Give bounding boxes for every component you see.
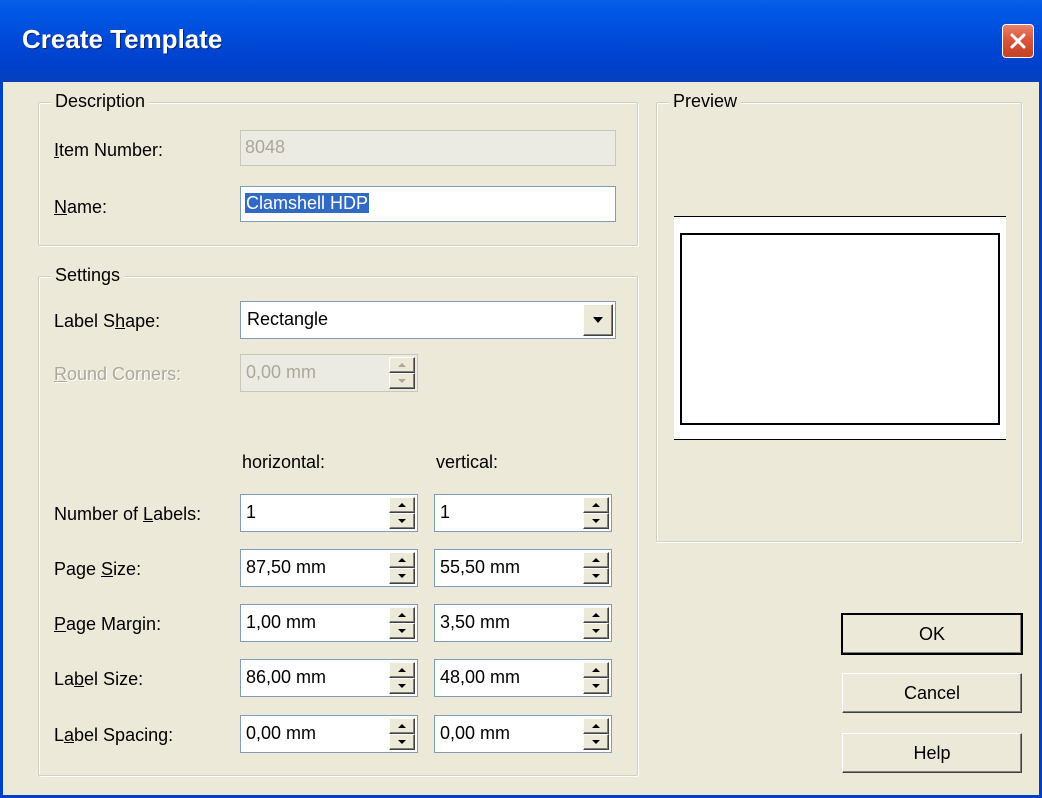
number-of-labels-label: Number of Labels: bbox=[54, 504, 202, 524]
spin-up-button[interactable] bbox=[583, 607, 609, 623]
spin-down-button[interactable] bbox=[583, 623, 609, 639]
vertical-column-header: vertical: bbox=[436, 452, 499, 472]
label-spacing-label: Label Spacing: bbox=[54, 725, 174, 745]
spin-down-button[interactable] bbox=[389, 568, 415, 584]
title-bar: Create Template bbox=[0, 0, 1042, 82]
arrow-down-icon bbox=[592, 519, 600, 523]
spin-down-button[interactable] bbox=[389, 678, 415, 694]
spin-down-button[interactable] bbox=[583, 513, 609, 529]
page-size-horizontal-spinner[interactable]: 87,50 mm bbox=[240, 549, 418, 587]
arrow-up-icon bbox=[398, 558, 406, 562]
close-icon bbox=[1010, 33, 1026, 49]
arrow-down-icon bbox=[592, 740, 600, 744]
round-corners-spinner: 0,00 mm bbox=[240, 354, 418, 392]
spin-up-button bbox=[389, 357, 415, 373]
page-margin-vertical-spinner[interactable]: 3,50 mm bbox=[434, 604, 612, 642]
number-of-labels-vertical-spinner[interactable]: 1 bbox=[434, 494, 612, 532]
name-field[interactable]: Clamshell HDP bbox=[240, 186, 616, 222]
spin-up-button[interactable] bbox=[389, 497, 415, 513]
arrow-up-icon bbox=[398, 503, 406, 507]
arrow-down-icon bbox=[398, 574, 406, 578]
item-number-label: Item Number: bbox=[54, 140, 164, 160]
round-corners-label: Round Corners: bbox=[54, 364, 182, 384]
number-of-labels-horizontal-spinner[interactable]: 1 bbox=[240, 494, 418, 532]
spin-down-button[interactable] bbox=[583, 678, 609, 694]
spin-down-button[interactable] bbox=[583, 734, 609, 750]
description-group: Description bbox=[38, 91, 638, 246]
label-size-horizontal-spinner[interactable]: 86,00 mm bbox=[240, 659, 418, 697]
spin-down-button[interactable] bbox=[583, 568, 609, 584]
page-size-label: Page Size: bbox=[54, 559, 142, 579]
label-spacing-vertical-spinner[interactable]: 0,00 mm bbox=[434, 715, 612, 753]
arrow-up-icon bbox=[592, 558, 600, 562]
spin-up-button[interactable] bbox=[583, 718, 609, 734]
arrow-up-icon bbox=[592, 503, 600, 507]
page-size-vertical-spinner[interactable]: 55,50 mm bbox=[434, 549, 612, 587]
description-legend: Description bbox=[51, 91, 150, 112]
arrow-down-icon bbox=[592, 629, 600, 633]
preview-legend: Preview bbox=[669, 91, 742, 112]
name-selected-text: Clamshell HDP bbox=[245, 193, 370, 213]
item-number-field: 8048 bbox=[240, 130, 616, 166]
label-shape-label: Label Shape: bbox=[54, 311, 161, 331]
spin-up-button[interactable] bbox=[389, 607, 415, 623]
dropdown-button[interactable] bbox=[583, 304, 613, 336]
help-button[interactable]: Help bbox=[842, 733, 1022, 773]
name-label: Name: bbox=[54, 197, 108, 217]
label-shape-dropdown[interactable]: Rectangle bbox=[240, 301, 616, 339]
spin-down-button[interactable] bbox=[389, 623, 415, 639]
chevron-down-icon bbox=[593, 317, 603, 323]
settings-legend: Settings bbox=[51, 265, 125, 286]
spin-down-button[interactable] bbox=[389, 513, 415, 529]
spin-up-button[interactable] bbox=[389, 552, 415, 568]
close-button[interactable] bbox=[1002, 24, 1034, 58]
arrow-up-icon bbox=[592, 724, 600, 728]
window-title: Create Template bbox=[22, 24, 223, 54]
arrow-up-icon bbox=[592, 613, 600, 617]
page-margin-label: Page Margin: bbox=[54, 614, 162, 634]
arrow-down-icon bbox=[592, 574, 600, 578]
label-size-vertical-spinner[interactable]: 48,00 mm bbox=[434, 659, 612, 697]
arrow-down-icon bbox=[592, 684, 600, 688]
spin-down-button[interactable] bbox=[389, 734, 415, 750]
arrow-down-icon bbox=[398, 629, 406, 633]
arrow-up-icon bbox=[398, 613, 406, 617]
spin-up-button[interactable] bbox=[583, 497, 609, 513]
cancel-button[interactable]: Cancel bbox=[842, 673, 1022, 713]
spin-down-button bbox=[389, 373, 415, 389]
preview-canvas bbox=[674, 216, 1006, 440]
preview-label-outline bbox=[680, 233, 1000, 425]
arrow-up-icon bbox=[592, 668, 600, 672]
label-shape-value: Rectangle bbox=[247, 309, 329, 329]
arrow-down-icon bbox=[398, 379, 406, 383]
label-spacing-horizontal-spinner[interactable]: 0,00 mm bbox=[240, 715, 418, 753]
arrow-up-icon bbox=[398, 363, 406, 367]
spin-up-button[interactable] bbox=[583, 552, 609, 568]
arrow-up-icon bbox=[398, 668, 406, 672]
spin-up-button[interactable] bbox=[583, 662, 609, 678]
spin-up-button[interactable] bbox=[389, 662, 415, 678]
arrow-up-icon bbox=[398, 724, 406, 728]
arrow-down-icon bbox=[398, 519, 406, 523]
page-margin-horizontal-spinner[interactable]: 1,00 mm bbox=[240, 604, 418, 642]
spin-up-button[interactable] bbox=[389, 718, 415, 734]
arrow-down-icon bbox=[398, 684, 406, 688]
arrow-down-icon bbox=[398, 740, 406, 744]
horizontal-column-header: horizontal: bbox=[242, 452, 326, 472]
label-size-label: Label Size: bbox=[54, 669, 144, 689]
ok-button[interactable]: OK bbox=[841, 613, 1023, 655]
